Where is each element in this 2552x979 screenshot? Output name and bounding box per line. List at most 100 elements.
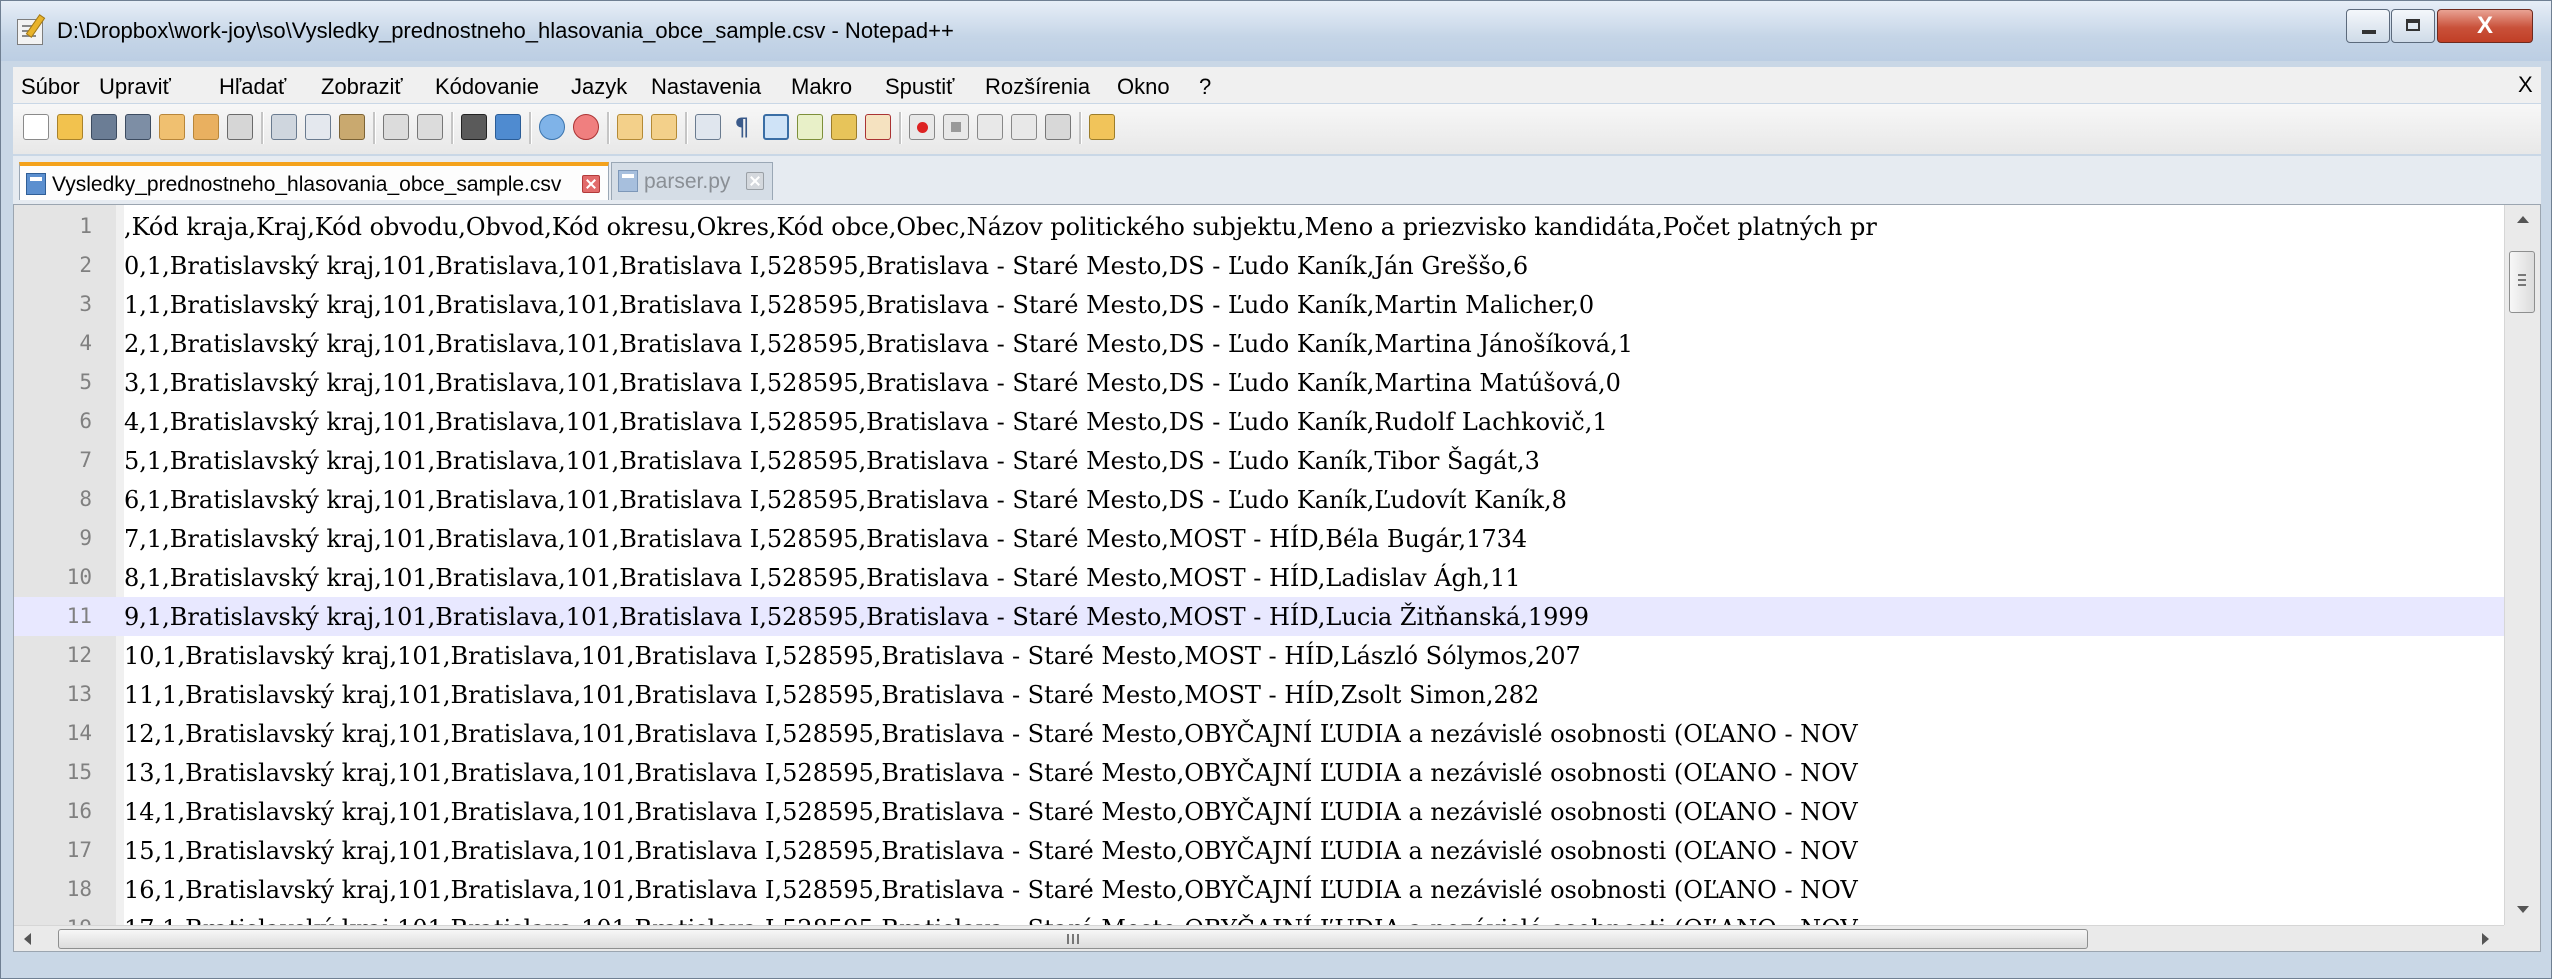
sync-horizontal-icon[interactable] bbox=[651, 114, 677, 140]
record-macro-icon[interactable] bbox=[909, 114, 935, 140]
close-document-button[interactable]: X bbox=[2518, 72, 2533, 98]
print-icon[interactable] bbox=[227, 114, 253, 140]
editor-line[interactable]: 12 10,1,Bratislavský kraj,101,Bratislava,… bbox=[14, 636, 2504, 675]
line-text[interactable]: 14,1,Bratislavský kraj,101,Bratislava,10… bbox=[124, 798, 1858, 826]
notepadpp-app-icon[interactable] bbox=[17, 19, 43, 45]
horizontal-scrollbar[interactable] bbox=[14, 925, 2504, 951]
line-number: 3 bbox=[79, 292, 92, 316]
line-text[interactable]: 4,1,Bratislavský kraj,101,Bratislava,101… bbox=[124, 408, 1608, 436]
show-all-chars-icon[interactable]: ¶ bbox=[729, 114, 755, 140]
editor-pane[interactable]: 1 ,Kód kraja,Kraj,Kód obvodu,Obvod,Kód ok… bbox=[13, 204, 2541, 952]
new-file-icon[interactable] bbox=[23, 114, 49, 140]
save-macro-icon[interactable] bbox=[1045, 114, 1071, 140]
editor-line[interactable]: 8 6,1,Bratislavský kraj,101,Bratislava,10… bbox=[14, 480, 2504, 519]
save-icon[interactable] bbox=[91, 114, 117, 140]
editor-line[interactable]: 15 13,1,Bratislavský kraj,101,Bratislava,… bbox=[14, 753, 2504, 792]
cut-icon[interactable] bbox=[271, 114, 297, 140]
scroll-right-icon[interactable] bbox=[2470, 926, 2500, 951]
close-icon[interactable] bbox=[159, 114, 185, 140]
menu-plugins[interactable]: Rozšírenia bbox=[985, 74, 1090, 100]
editor-line[interactable]: 2 0,1,Bratislavský kraj,101,Bratislava,10… bbox=[14, 246, 2504, 285]
maximize-button[interactable] bbox=[2391, 9, 2435, 43]
line-text[interactable]: 8,1,Bratislavský kraj,101,Bratislava,101… bbox=[124, 564, 1521, 592]
horizontal-scroll-thumb[interactable] bbox=[58, 929, 2088, 949]
title-bar[interactable]: D:\Dropbox\work-joy\so\Vysledky_prednost… bbox=[1, 1, 2551, 61]
play-macro-icon[interactable] bbox=[977, 114, 1003, 140]
line-text[interactable]: 1,1,Bratislavský kraj,101,Bratislava,101… bbox=[124, 291, 1594, 319]
vertical-scrollbar[interactable] bbox=[2504, 205, 2540, 925]
tab-label: parser.py bbox=[644, 170, 731, 193]
open-file-icon[interactable] bbox=[57, 114, 83, 140]
close-window-button[interactable]: X bbox=[2437, 9, 2533, 43]
run-macro-multiple-icon[interactable] bbox=[1011, 114, 1037, 140]
zoom-out-icon[interactable] bbox=[573, 114, 599, 140]
editor-line[interactable]: 3 1,1,Bratislavský kraj,101,Bratislava,10… bbox=[14, 285, 2504, 324]
editor-line[interactable]: 11 9,1,Bratislavský kraj,101,Bratislava,1… bbox=[14, 597, 2504, 636]
line-text[interactable]: 15,1,Bratislavský kraj,101,Bratislava,10… bbox=[124, 837, 1858, 865]
line-number: 2 bbox=[79, 253, 92, 277]
editor-line[interactable]: 13 11,1,Bratislavský kraj,101,Bratislava,… bbox=[14, 675, 2504, 714]
paste-icon[interactable] bbox=[339, 114, 365, 140]
find-icon[interactable] bbox=[461, 114, 487, 140]
editor-line[interactable]: 5 3,1,Bratislavský kraj,101,Bratislava,10… bbox=[14, 363, 2504, 402]
line-text[interactable]: 5,1,Bratislavský kraj,101,Bratislava,101… bbox=[124, 447, 1540, 475]
close-all-icon[interactable] bbox=[193, 114, 219, 140]
sync-vertical-icon[interactable] bbox=[617, 114, 643, 140]
line-text[interactable]: 0,1,Bratislavský kraj,101,Bratislava,101… bbox=[124, 252, 1528, 280]
editor-line[interactable]: 7 5,1,Bratislavský kraj,101,Bratislava,10… bbox=[14, 441, 2504, 480]
undo-icon[interactable] bbox=[383, 114, 409, 140]
editor-line[interactable]: 16 14,1,Bratislavský kraj,101,Bratislava,… bbox=[14, 792, 2504, 831]
menu-help[interactable]: ? bbox=[1199, 74, 1211, 100]
scroll-up-icon[interactable] bbox=[2505, 205, 2540, 235]
line-text[interactable]: 13,1,Bratislavský kraj,101,Bratislava,10… bbox=[124, 759, 1858, 787]
menu-file[interactable]: Súbor bbox=[21, 74, 80, 100]
line-text[interactable]: 3,1,Bratislavský kraj,101,Bratislava,101… bbox=[124, 369, 1621, 397]
stop-macro-icon[interactable] bbox=[943, 114, 969, 140]
scroll-down-icon[interactable] bbox=[2505, 895, 2540, 925]
menu-macro[interactable]: Makro bbox=[791, 74, 852, 100]
word-wrap-icon[interactable] bbox=[695, 114, 721, 140]
menu-edit[interactable]: Upraviť bbox=[99, 74, 171, 100]
line-text[interactable]: 12,1,Bratislavský kraj,101,Bratislava,10… bbox=[124, 720, 1858, 748]
redo-icon[interactable] bbox=[417, 114, 443, 140]
editor-line[interactable]: 6 4,1,Bratislavský kraj,101,Bratislava,10… bbox=[14, 402, 2504, 441]
copy-icon[interactable] bbox=[305, 114, 331, 140]
line-text[interactable]: ,Kód kraja,Kraj,Kód obvodu,Obvod,Kód okr… bbox=[124, 213, 1877, 241]
zoom-in-icon[interactable] bbox=[539, 114, 565, 140]
menu-run[interactable]: Spustiť bbox=[885, 74, 954, 100]
vertical-scroll-thumb[interactable] bbox=[2509, 251, 2535, 313]
line-text[interactable]: 2,1,Bratislavský kraj,101,Bratislava,101… bbox=[124, 330, 1633, 358]
tab-close-icon[interactable] bbox=[582, 175, 600, 193]
menu-window[interactable]: Okno bbox=[1117, 74, 1170, 100]
line-text[interactable]: 16,1,Bratislavský kraj,101,Bratislava,10… bbox=[124, 876, 1858, 904]
save-all-icon[interactable] bbox=[125, 114, 151, 140]
menu-search[interactable]: Hľadať bbox=[219, 74, 286, 100]
replace-icon[interactable] bbox=[495, 114, 521, 140]
function-list-icon[interactable] bbox=[865, 114, 891, 140]
tab-csv-file[interactable]: Vysledky_prednostneho_hlasovania_obce_sa… bbox=[19, 162, 609, 200]
launch-icon[interactable] bbox=[1089, 114, 1115, 140]
line-text[interactable]: 9,1,Bratislavský kraj,101,Bratislava,101… bbox=[124, 603, 1589, 631]
editor-line[interactable]: 9 7,1,Bratislavský kraj,101,Bratislava,10… bbox=[14, 519, 2504, 558]
line-text[interactable]: 11,1,Bratislavský kraj,101,Bratislava,10… bbox=[124, 681, 1539, 709]
minimize-button[interactable] bbox=[2346, 9, 2390, 43]
editor-line[interactable]: 18 16,1,Bratislavský kraj,101,Bratislava,… bbox=[14, 870, 2504, 909]
editor-line[interactable]: 17 15,1,Bratislavský kraj,101,Bratislava,… bbox=[14, 831, 2504, 870]
line-text[interactable]: 7,1,Bratislavský kraj,101,Bratislava,101… bbox=[124, 525, 1527, 553]
scroll-left-icon[interactable] bbox=[14, 926, 44, 951]
doc-map-icon[interactable] bbox=[831, 114, 857, 140]
tab-parser-py[interactable]: parser.py bbox=[611, 162, 773, 200]
editor-line[interactable]: 1 ,Kód kraja,Kraj,Kód obvodu,Obvod,Kód ok… bbox=[14, 207, 2504, 246]
menu-view[interactable]: Zobraziť bbox=[321, 74, 403, 100]
line-text[interactable]: 6,1,Bratislavský kraj,101,Bratislava,101… bbox=[124, 486, 1567, 514]
tab-close-icon[interactable] bbox=[746, 172, 764, 190]
menu-encoding[interactable]: Kódovanie bbox=[435, 74, 539, 100]
line-text[interactable]: 10,1,Bratislavský kraj,101,Bratislava,10… bbox=[124, 642, 1581, 670]
editor-line[interactable]: 10 8,1,Bratislavský kraj,101,Bratislava,1… bbox=[14, 558, 2504, 597]
editor-line[interactable]: 14 12,1,Bratislavský kraj,101,Bratislava,… bbox=[14, 714, 2504, 753]
user-language-icon[interactable] bbox=[797, 114, 823, 140]
menu-settings[interactable]: Nastavenia bbox=[651, 74, 761, 100]
menu-language[interactable]: Jazyk bbox=[571, 74, 627, 100]
editor-line[interactable]: 4 2,1,Bratislavský kraj,101,Bratislava,10… bbox=[14, 324, 2504, 363]
indent-guide-icon[interactable] bbox=[763, 114, 789, 140]
